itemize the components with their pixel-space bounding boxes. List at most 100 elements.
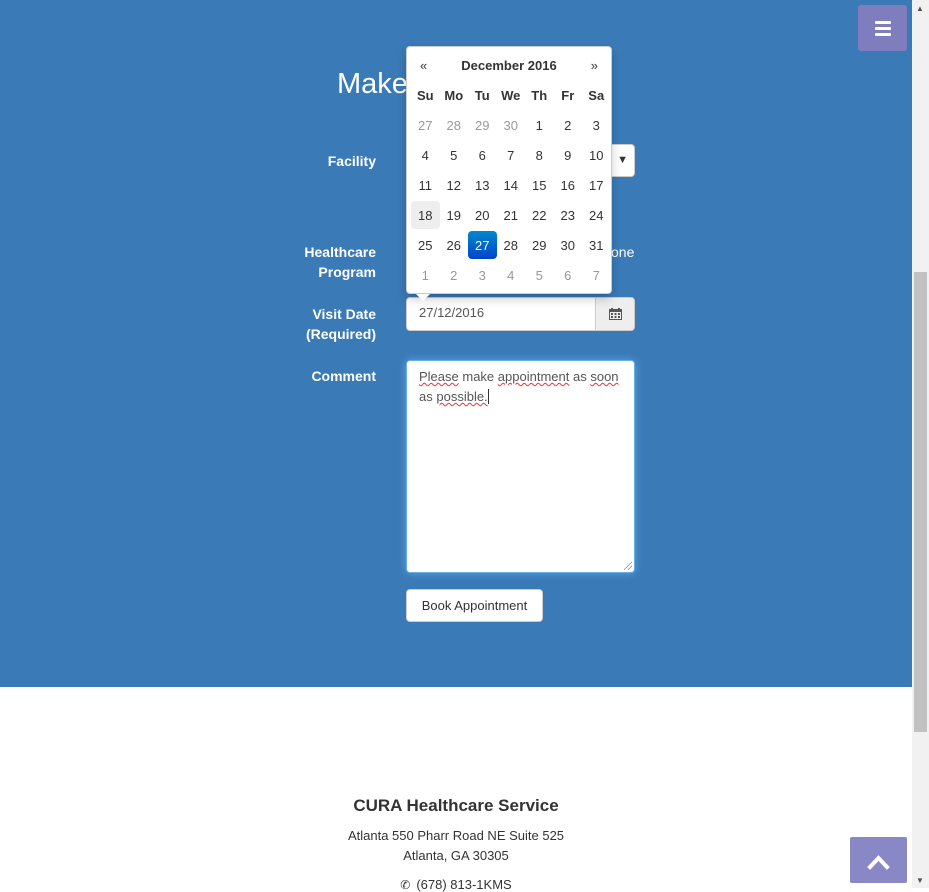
day-cell[interactable]: 26 (440, 231, 469, 259)
day-cell[interactable]: 27 (411, 111, 440, 139)
day-cell[interactable]: 7 (497, 141, 526, 169)
weekday-header: Tu (474, 87, 490, 103)
day-cell[interactable]: 2 (440, 261, 469, 289)
day-cell[interactable]: 23 (554, 201, 583, 229)
day-cell[interactable]: 31 (582, 231, 611, 259)
week-row: 25 26 27 28 29 30 31 (411, 231, 611, 261)
month-title[interactable]: December 2016 (407, 58, 611, 73)
day-cell[interactable]: 25 (411, 231, 440, 259)
scroll-down-arrow-icon[interactable]: ▼ (916, 876, 924, 885)
datepicker-popup: « December 2016 » Su Mo Tu We Th Fr Sa 2… (406, 46, 612, 301)
day-cell[interactable]: 29 (468, 111, 497, 139)
day-cell[interactable]: 5 (440, 141, 469, 169)
datepicker-pointer (416, 294, 430, 301)
calendar-button[interactable] (595, 297, 635, 331)
healthcare-program-label-line1: Healthcare (304, 244, 376, 260)
day-cell[interactable]: 6 (468, 141, 497, 169)
comment-textarea[interactable]: Please make appointment as soon as possi… (406, 360, 635, 573)
facility-label: Facility (327, 153, 376, 169)
day-cell[interactable]: 17 (582, 171, 611, 199)
footer-company-name: CURA Healthcare Service (353, 796, 559, 815)
visit-date-input[interactable]: 27/12/2016 (406, 297, 596, 331)
chevron-up-icon (867, 855, 890, 870)
day-cell[interactable]: 5 (525, 261, 554, 289)
weekday-header: Su (416, 87, 434, 103)
day-cell[interactable]: 3 (468, 261, 497, 289)
resize-handle[interactable] (624, 562, 632, 570)
week-row: 1 2 3 4 5 6 7 (411, 261, 611, 291)
day-cell[interactable]: 14 (497, 171, 526, 199)
day-cell[interactable]: 16 (554, 171, 583, 199)
weekday-header: Th (531, 87, 548, 103)
healthcare-program-label-line2: Program (318, 264, 376, 280)
day-cell[interactable]: 19 (440, 201, 469, 229)
day-cell[interactable]: 1 (411, 261, 440, 289)
visit-date-label-line1: Visit Date (312, 306, 376, 322)
day-cell[interactable]: 15 (525, 171, 554, 199)
datepicker-grid: Su Mo Tu We Th Fr Sa 27 28 29 30 1 2 3 4… (411, 81, 611, 291)
menu-toggle-button[interactable] (858, 5, 907, 51)
comment-word: as (572, 369, 587, 384)
comment-word: possible. (436, 389, 488, 404)
day-cell[interactable]: 20 (468, 201, 497, 229)
phone-icon: ✆ (400, 878, 411, 892)
day-cell[interactable]: 12 (440, 171, 469, 199)
footer-address-line2: Atlanta, GA 30305 (403, 848, 509, 863)
weekday-header: Mo (444, 87, 464, 103)
footer-phone: ✆ (678) 813-1KMS (0, 877, 912, 892)
hamburger-icon (875, 33, 891, 36)
day-cell[interactable]: 24 (582, 201, 611, 229)
day-cell[interactable]: 13 (468, 171, 497, 199)
day-cell[interactable]: 9 (554, 141, 583, 169)
day-cell[interactable]: 28 (440, 111, 469, 139)
scrollbar[interactable]: ▲ ▼ (912, 0, 929, 888)
scrollbar-thumb[interactable] (914, 272, 927, 732)
book-appointment-button[interactable]: Book Appointment (406, 589, 543, 622)
hamburger-icon (875, 21, 891, 24)
footer-phone-number: (678) 813-1KMS (416, 877, 512, 892)
day-cell[interactable]: 1 (525, 111, 554, 139)
day-cell[interactable]: 2 (554, 111, 583, 139)
scroll-up-arrow-icon[interactable]: ▲ (916, 4, 924, 13)
day-cell[interactable]: 28 (497, 231, 526, 259)
radio-none-label[interactable]: one (611, 244, 634, 260)
day-cell[interactable]: 4 (497, 261, 526, 289)
comment-word: as (419, 389, 433, 404)
day-cell[interactable]: 8 (525, 141, 554, 169)
next-month-button[interactable]: » (591, 58, 598, 73)
calendar-icon (609, 308, 622, 320)
comment-label: Comment (311, 368, 376, 384)
weekday-header: Fr (561, 87, 575, 103)
comment-word: Please (419, 369, 459, 384)
day-cell[interactable]: 22 (525, 201, 554, 229)
datepicker-header: « December 2016 » (407, 57, 611, 77)
day-cell-selected[interactable]: 27 (468, 231, 497, 259)
day-cell-today[interactable]: 18 (411, 201, 440, 229)
day-cell[interactable]: 7 (582, 261, 611, 289)
day-cell[interactable]: 30 (497, 111, 526, 139)
day-cell[interactable]: 30 (554, 231, 583, 259)
day-cell[interactable]: 11 (411, 171, 440, 199)
week-row: 27 28 29 30 1 2 3 (411, 111, 611, 141)
week-row: 4 5 6 7 8 9 10 (411, 141, 611, 171)
chevron-down-icon: ▼ (617, 154, 628, 166)
week-row: 18 19 20 21 22 23 24 (411, 201, 611, 231)
weekday-header: We (501, 87, 521, 103)
day-cell[interactable]: 21 (497, 201, 526, 229)
hamburger-icon (875, 27, 891, 30)
page-title: Make (337, 68, 408, 100)
day-cell[interactable]: 3 (582, 111, 611, 139)
day-cell[interactable]: 29 (525, 231, 554, 259)
scroll-to-top-button[interactable] (850, 837, 907, 883)
text-cursor (487, 389, 489, 404)
day-cell[interactable]: 4 (411, 141, 440, 169)
visit-date-label-line2: (Required) (306, 326, 376, 342)
day-cell[interactable]: 6 (554, 261, 583, 289)
footer-address-line1: Atlanta 550 Pharr Road NE Suite 525 (347, 828, 565, 843)
day-cell[interactable]: 10 (582, 141, 611, 169)
healthcare-program-label: Healthcare Program (290, 242, 376, 282)
week-row: 11 12 13 14 15 16 17 (411, 171, 611, 201)
visit-date-label: Visit Date (Required) (290, 304, 376, 344)
weekday-row: Su Mo Tu We Th Fr Sa (411, 81, 611, 111)
comment-word: appointment (497, 369, 570, 384)
